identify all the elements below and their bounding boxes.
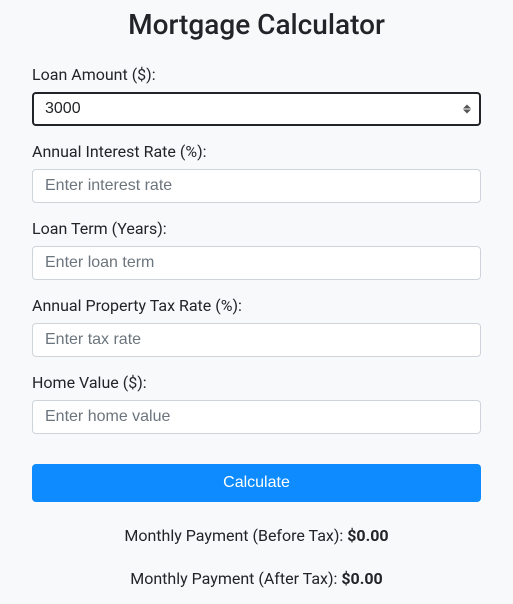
- loan-amount-wrapper: [32, 92, 481, 126]
- loan-term-group: Loan Term (Years):: [32, 219, 481, 280]
- home-value-label: Home Value ($):: [32, 373, 481, 392]
- loan-amount-input[interactable]: [32, 92, 481, 126]
- tax-rate-label: Annual Property Tax Rate (%):: [32, 296, 481, 315]
- loan-term-label: Loan Term (Years):: [32, 219, 481, 238]
- result-before-tax: Monthly Payment (Before Tax): $0.00: [32, 526, 481, 545]
- result-before-tax-value: $0.00: [347, 526, 388, 545]
- home-value-group: Home Value ($):: [32, 373, 481, 434]
- result-after-tax-label: Monthly Payment (After Tax):: [130, 569, 341, 588]
- page-title: Mortgage Calculator: [32, 0, 481, 65]
- loan-amount-group: Loan Amount ($):: [32, 65, 481, 126]
- tax-rate-group: Annual Property Tax Rate (%):: [32, 296, 481, 357]
- tax-rate-input[interactable]: [32, 323, 481, 357]
- loan-term-input[interactable]: [32, 246, 481, 280]
- interest-rate-input[interactable]: [32, 169, 481, 203]
- loan-amount-label: Loan Amount ($):: [32, 65, 481, 84]
- calculator-container: Mortgage Calculator Loan Amount ($): Ann…: [0, 0, 513, 588]
- result-before-tax-label: Monthly Payment (Before Tax):: [124, 526, 347, 545]
- result-after-tax: Monthly Payment (After Tax): $0.00: [32, 569, 481, 588]
- calculate-button[interactable]: Calculate: [32, 464, 481, 502]
- result-after-tax-value: $0.00: [341, 569, 382, 588]
- interest-rate-group: Annual Interest Rate (%):: [32, 142, 481, 203]
- interest-rate-label: Annual Interest Rate (%):: [32, 142, 481, 161]
- home-value-input[interactable]: [32, 400, 481, 434]
